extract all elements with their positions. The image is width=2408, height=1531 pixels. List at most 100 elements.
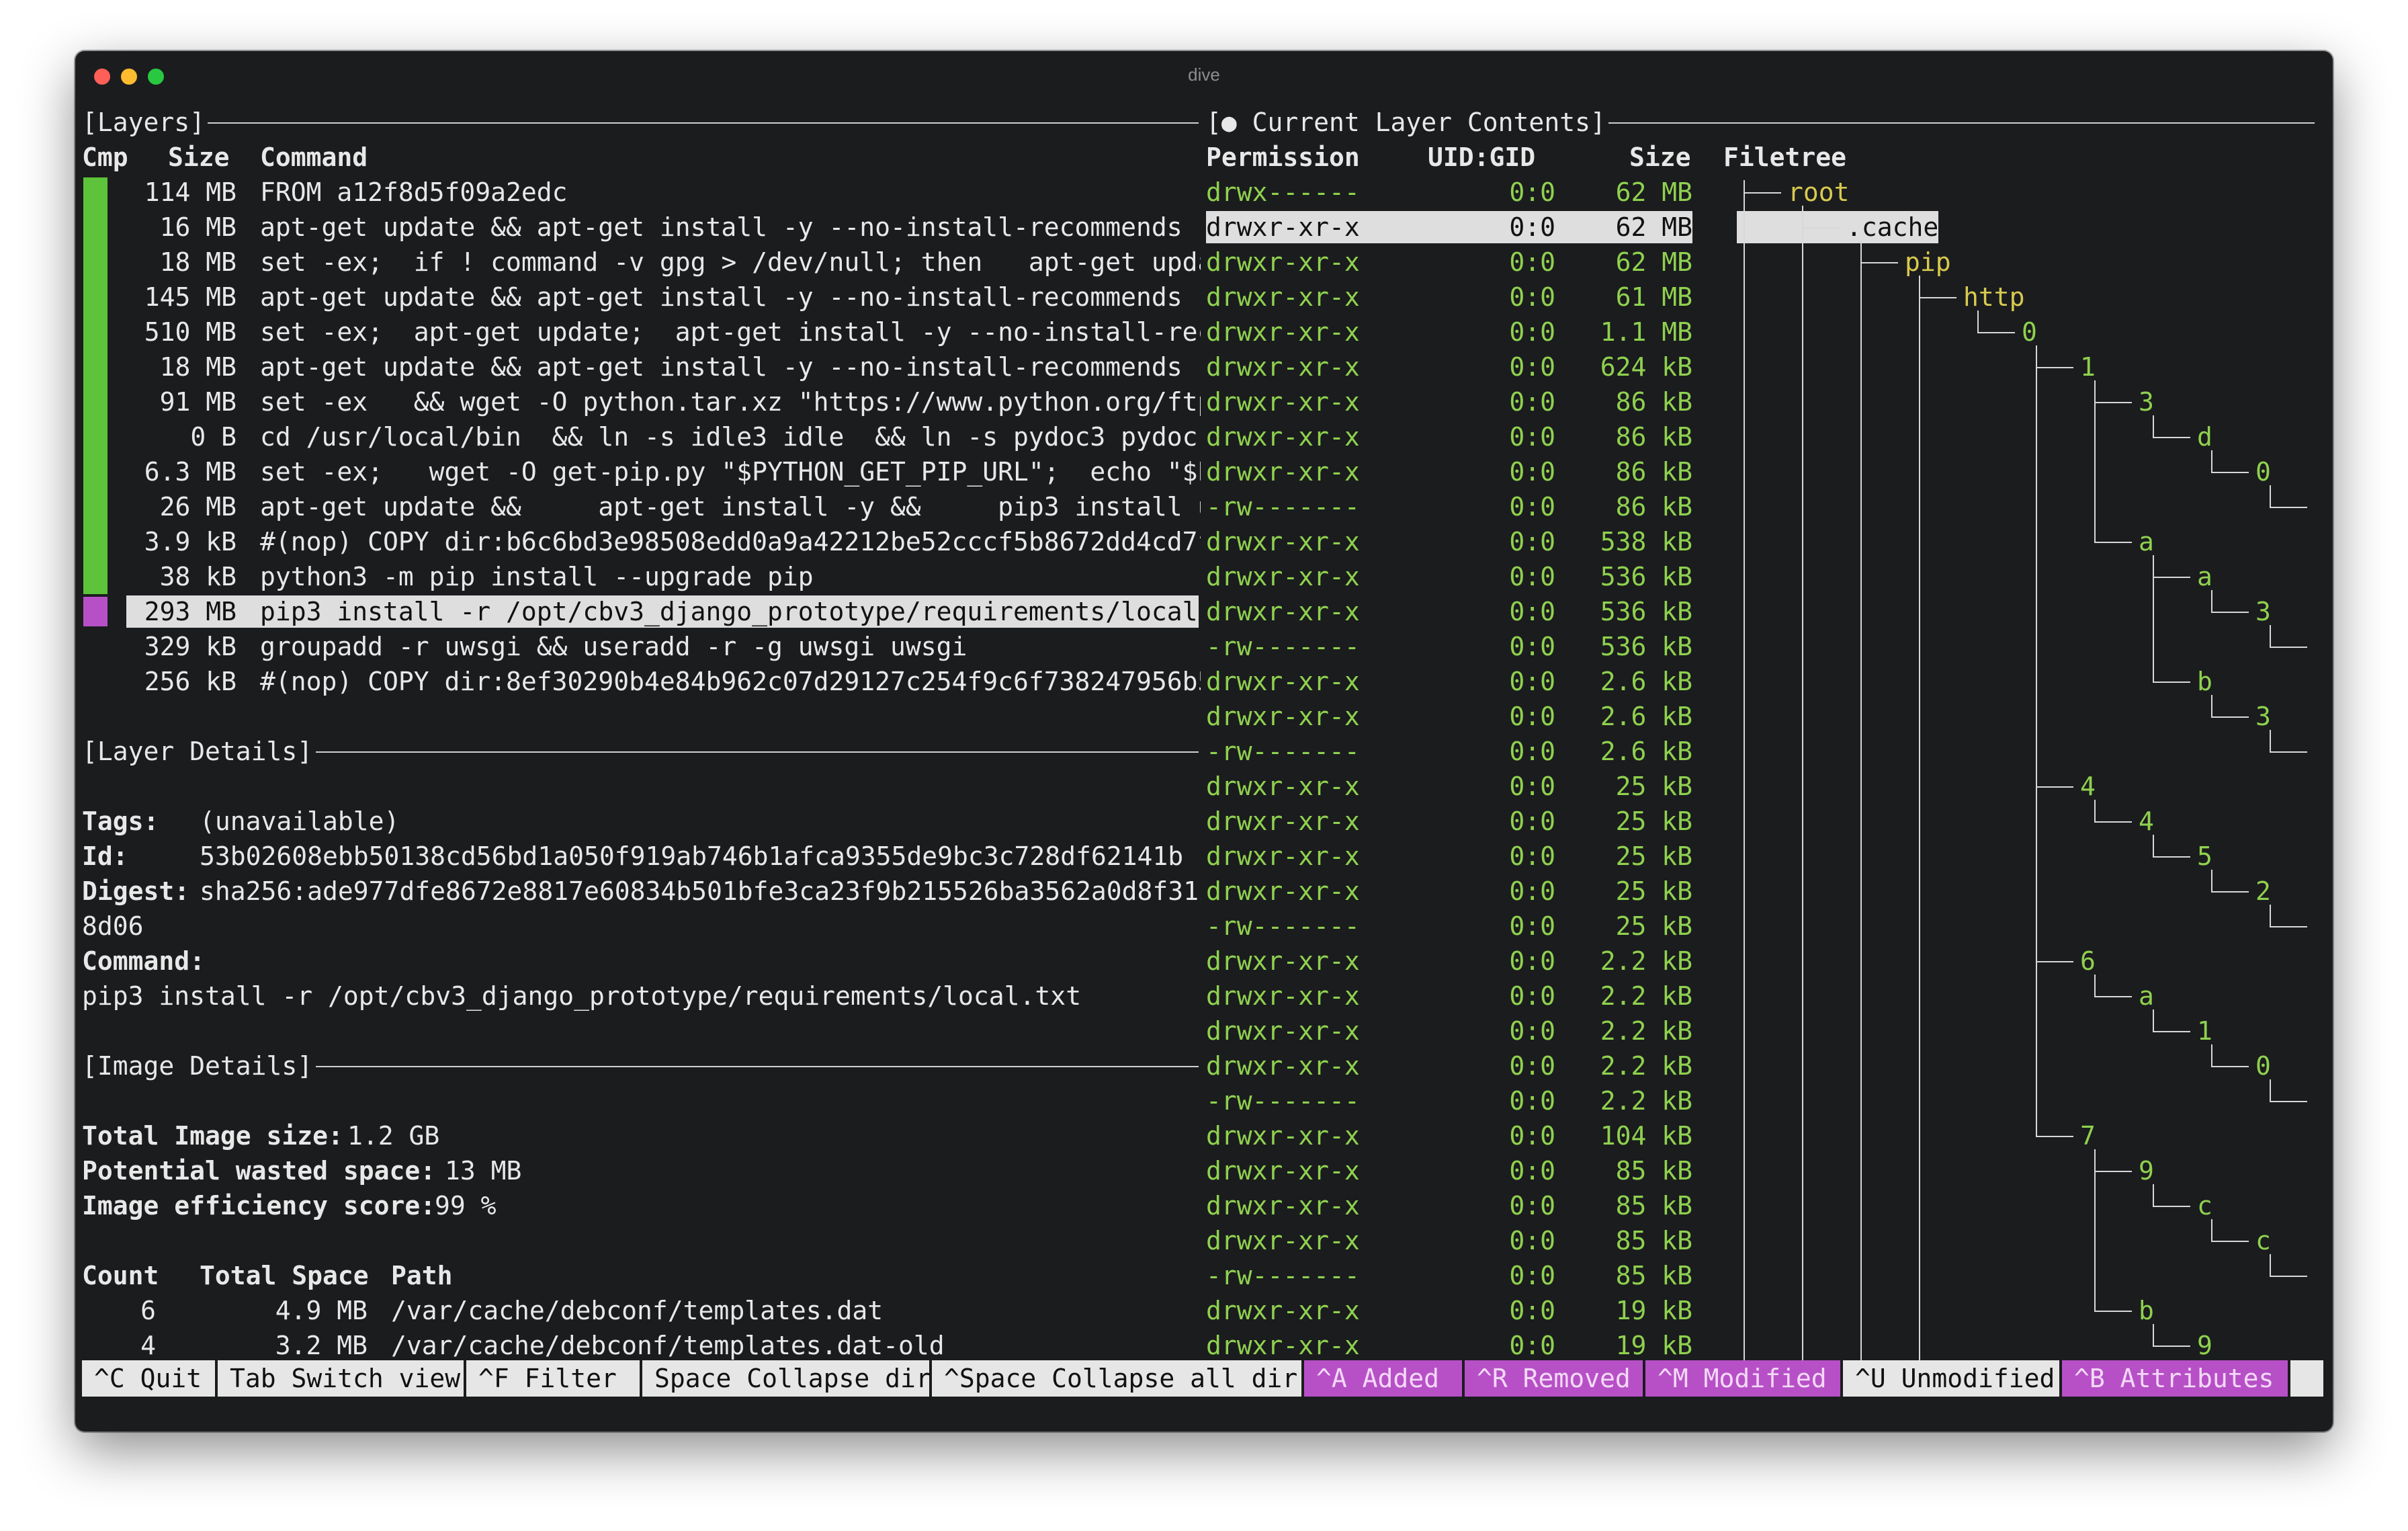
- file-permission: drwxr-xr-x: [1206, 1296, 1360, 1325]
- tree-branch-line: [2270, 507, 2307, 508]
- tree-vertical-line: [2094, 975, 2096, 997]
- window-title: dive: [1188, 65, 1220, 85]
- file-tree-node[interactable]: 1: [2080, 349, 2096, 384]
- file-uidgid: 0:0: [1509, 1226, 1555, 1255]
- layer-size: 3.9 kB: [144, 527, 236, 556]
- keybinding-filter[interactable]: ^F Filter: [466, 1360, 640, 1397]
- keybinding-key: ^B: [2074, 1364, 2105, 1393]
- file-tree-node[interactable]: root: [1788, 175, 1850, 210]
- layers-header: [Layers]: [82, 108, 206, 137]
- tree-vertical-line: [1860, 262, 1862, 1363]
- keybinding-key: ^R: [1477, 1364, 1508, 1393]
- layer-command: set -ex; apt-get update; apt-get install…: [260, 317, 1201, 347]
- keybinding-key: ^A: [1316, 1364, 1347, 1393]
- file-size: 25 kB: [1615, 876, 1692, 906]
- tree-branch-line: [1977, 332, 2015, 333]
- file-tree-node[interactable]: 0: [2022, 315, 2037, 349]
- layer-size: 329 kB: [144, 632, 236, 661]
- tree-vertical-line: [2094, 402, 2096, 543]
- file-size: 1.1 MB: [1600, 317, 1692, 347]
- tree-branch-line: [2153, 1346, 2190, 1347]
- file-tree-node[interactable]: 3: [2255, 594, 2271, 629]
- file-tree-node[interactable]: c: [2197, 1188, 2212, 1223]
- file-tree-node[interactable]: 9: [2139, 1153, 2154, 1188]
- file-uidgid: 0:0: [1509, 1086, 1555, 1116]
- size-column-header: Size: [168, 142, 230, 172]
- file-permission: drwxr-xr-x: [1206, 597, 1360, 626]
- file-size: 85 kB: [1615, 1156, 1692, 1186]
- keybinding-key: ^F: [478, 1364, 509, 1393]
- tree-vertical-line: [2094, 800, 2096, 823]
- file-tree-node[interactable]: 7: [2080, 1118, 2096, 1153]
- file-tree-node[interactable]: 0: [2255, 1048, 2271, 1083]
- keybinding-removed[interactable]: ^R Removed: [1465, 1360, 1643, 1397]
- file-tree-node[interactable]: 4: [2080, 769, 2096, 804]
- tree-vertical-line: [1919, 276, 1920, 298]
- file-tree-node[interactable]: 9: [2197, 1328, 2212, 1363]
- file-size: 2.2 kB: [1600, 1016, 1692, 1046]
- tree-branch-line: [2270, 1101, 2307, 1102]
- file-tree-node[interactable]: a: [2139, 524, 2154, 559]
- tree-vertical-line: [2153, 415, 2154, 438]
- file-uidgid: 0:0: [1509, 806, 1555, 836]
- tree-vertical-line: [1744, 192, 1745, 1363]
- file-tree-node[interactable]: a: [2197, 559, 2212, 594]
- layer-size: 26 MB: [159, 492, 236, 522]
- layer-size: 256 kB: [144, 667, 236, 696]
- file-size: 538 kB: [1600, 527, 1692, 556]
- keybinding-added[interactable]: ^A Added: [1304, 1360, 1462, 1397]
- tree-branch-line: [2036, 1136, 2073, 1137]
- file-tree-node[interactable]: 3: [2139, 384, 2154, 419]
- layer-command: #(nop) COPY dir:b6c6bd3e98508edd0a9a4221…: [260, 527, 1201, 556]
- keybinding-collapse-dir[interactable]: Space Collapse dir: [642, 1360, 931, 1397]
- file-tree-node[interactable]: 6: [2080, 944, 2096, 979]
- keybinding-label: Switch view: [291, 1364, 461, 1393]
- file-uidgid: 0:0: [1509, 422, 1555, 452]
- keybinding-collapse-all-dir[interactable]: ^Space Collapse all dir: [932, 1360, 1301, 1397]
- tree-vertical-line: [2153, 1324, 2154, 1347]
- keybinding-unmodified[interactable]: ^U Unmodified: [1843, 1360, 2059, 1397]
- file-size: 86 kB: [1615, 492, 1692, 522]
- file-tree-node[interactable]: a: [2139, 979, 2154, 1013]
- tree-branch-line: [2153, 681, 2190, 683]
- file-tree-node[interactable]: 1: [2197, 1013, 2212, 1048]
- efficiency-score-label: Image efficiency score:: [82, 1191, 436, 1220]
- file-tree-node[interactable]: pip: [1905, 245, 1951, 280]
- keybinding-label: Unmodified: [1901, 1364, 2055, 1393]
- file-uidgid: 0:0: [1509, 632, 1555, 661]
- file-size: 104 kB: [1600, 1121, 1692, 1151]
- file-tree-node[interactable]: 2: [2255, 874, 2271, 909]
- keybinding-quit[interactable]: ^C Quit: [82, 1360, 215, 1397]
- keybinding-label: Modified: [1703, 1364, 1827, 1393]
- keybinding-switch-view[interactable]: Tab Switch view: [218, 1360, 464, 1397]
- layer-size: 114 MB: [144, 177, 236, 207]
- keybinding-bar-filler: [2290, 1360, 2323, 1397]
- total-image-size-value: 1.2 GB: [347, 1121, 440, 1151]
- file-uidgid: 0:0: [1509, 562, 1555, 591]
- layer-size: 91 MB: [159, 387, 236, 417]
- file-tree-node[interactable]: c: [2255, 1223, 2271, 1258]
- file-tree-node[interactable]: b: [2197, 664, 2212, 699]
- wasted-space-value: 13 MB: [445, 1156, 522, 1186]
- file-size: 536 kB: [1600, 562, 1692, 591]
- file-permission: -rw-------: [1206, 1086, 1360, 1116]
- file-size: 2.6 kB: [1600, 737, 1692, 766]
- file-tree-node[interactable]: b: [2139, 1293, 2154, 1328]
- file-tree-node[interactable]: 4: [2139, 804, 2154, 839]
- keybinding-label: Collapse all dir: [1051, 1364, 1298, 1393]
- file-uidgid: 0:0: [1509, 492, 1555, 522]
- file-tree-node[interactable]: 0: [2255, 454, 2271, 489]
- wasted-space: 3.2 MB: [275, 1331, 368, 1360]
- wasted-space: 4.9 MB: [275, 1296, 368, 1325]
- file-tree-node[interactable]: http: [1963, 280, 2025, 315]
- tags-value: (unavailable): [200, 806, 400, 836]
- keybinding-modified[interactable]: ^M Modified: [1645, 1360, 1840, 1397]
- keybinding-attributes[interactable]: ^B Attributes: [2062, 1360, 2288, 1397]
- file-size: 86 kB: [1615, 457, 1692, 487]
- file-tree-node[interactable]: .cache: [1846, 210, 1938, 245]
- file-permission: drwxr-xr-x: [1206, 352, 1360, 382]
- file-tree-node[interactable]: d: [2197, 419, 2212, 454]
- file-tree-node[interactable]: 3: [2255, 699, 2271, 734]
- file-tree-node[interactable]: 5: [2197, 839, 2212, 874]
- title-bar: dive: [75, 51, 2333, 99]
